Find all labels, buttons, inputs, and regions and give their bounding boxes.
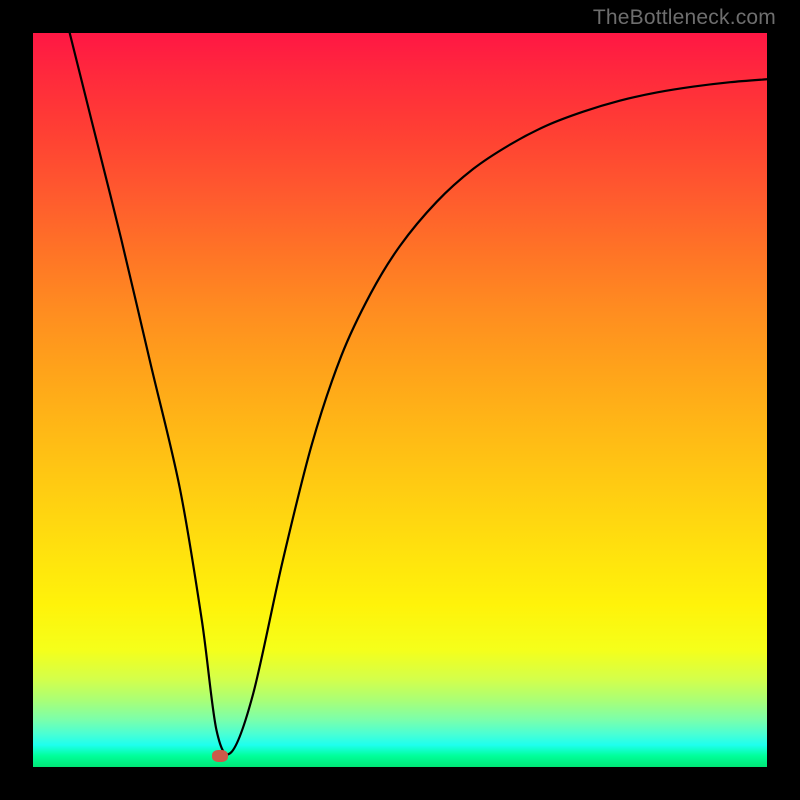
- plot-area: [33, 33, 767, 767]
- chart-frame: TheBottleneck.com: [0, 0, 800, 800]
- bottleneck-curve: [33, 33, 767, 767]
- optimal-point-marker: [212, 750, 228, 762]
- watermark-text: TheBottleneck.com: [593, 6, 776, 30]
